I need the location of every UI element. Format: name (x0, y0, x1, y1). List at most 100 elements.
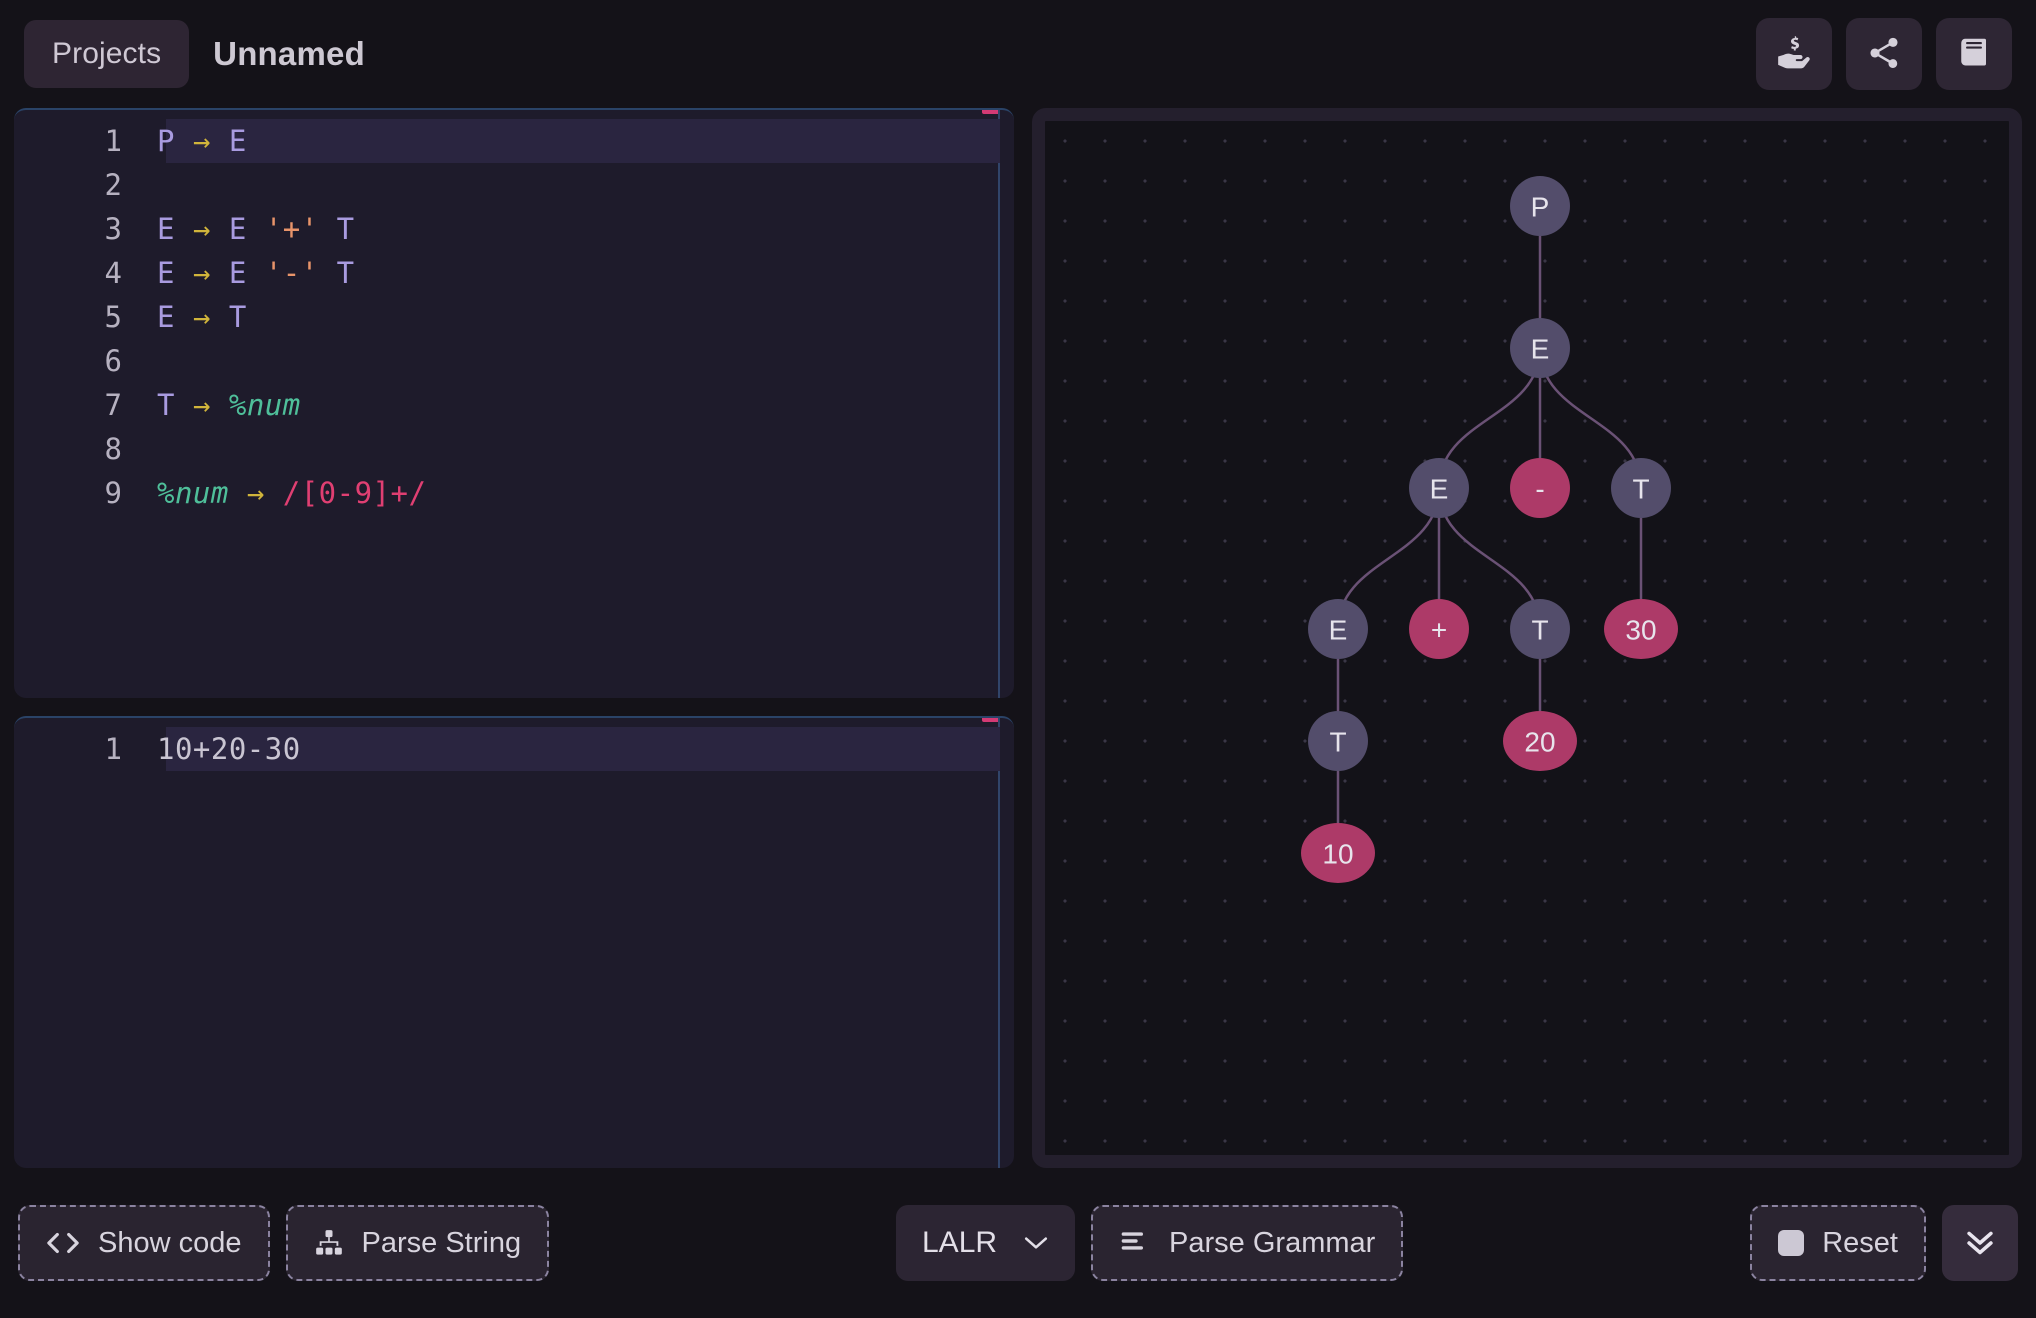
code-line[interactable]: 3E → E '+' T (14, 207, 1014, 251)
line-code[interactable]: 10+20-30 (144, 732, 301, 766)
parse-tree-svg: P E E - T E + T 30 T 20 10 (1045, 121, 2009, 1155)
code-token (175, 256, 193, 290)
tree-node-label: T (1329, 727, 1346, 758)
tree-node-label: E (1329, 615, 1348, 646)
tree-node-label: E (1430, 474, 1449, 505)
input-editor-scrollbar[interactable] (998, 718, 1000, 1168)
code-token: → (193, 388, 211, 422)
code-token: E (157, 256, 175, 290)
reset-button[interactable]: Reset (1750, 1205, 1926, 1281)
tree-node[interactable]: T (1611, 458, 1671, 518)
code-token: 10+20-30 (157, 732, 301, 766)
active-line-highlight (166, 119, 1000, 163)
line-code[interactable]: %num → /[0-9]+/ (144, 476, 426, 510)
line-code[interactable]: T → %num (144, 388, 301, 422)
chevron-down-icon (1023, 1235, 1049, 1251)
code-token: E (157, 212, 175, 246)
tree-node[interactable]: 10 (1301, 823, 1375, 883)
code-token: P (157, 124, 175, 158)
tree-node[interactable]: E (1308, 599, 1368, 659)
code-line[interactable]: 7T → %num (14, 383, 1014, 427)
line-number: 4 (14, 256, 144, 290)
tree-node-label: T (1632, 474, 1649, 505)
code-line[interactable]: 9%num → /[0-9]+/ (14, 471, 1014, 515)
code-token: → (193, 256, 211, 290)
line-number: 6 (14, 344, 144, 378)
tree-node-label: E (1531, 334, 1550, 365)
tree-node-label: T (1531, 615, 1548, 646)
input-string-editor[interactable]: 1 10+20-30 (14, 716, 1014, 1168)
code-token: → (193, 300, 211, 334)
code-token (319, 256, 337, 290)
tree-node[interactable]: T (1510, 599, 1570, 659)
line-number: 1 (14, 732, 144, 766)
code-token (211, 256, 229, 290)
code-token: E (157, 300, 175, 334)
parse-string-button[interactable]: Parse String (286, 1205, 550, 1281)
code-line[interactable]: 2 (14, 163, 1014, 207)
code-line[interactable]: 4E → E '-' T (14, 251, 1014, 295)
line-code[interactable]: E → E '+' T (144, 212, 355, 246)
code-token (319, 212, 337, 246)
line-number: 7 (14, 388, 144, 422)
line-code[interactable]: E → T (144, 300, 247, 334)
projects-button[interactable]: Projects (24, 20, 189, 88)
code-token (211, 212, 229, 246)
grammar-editor[interactable]: 1P → E23E → E '+' T4E → E '-' T5E → T67T… (14, 108, 1014, 698)
line-number: 5 (14, 300, 144, 334)
share-button[interactable] (1846, 18, 1922, 90)
algorithm-select[interactable]: LALR (896, 1205, 1075, 1281)
parse-grammar-button[interactable]: Parse Grammar (1091, 1205, 1403, 1281)
code-token: '+' (265, 212, 319, 246)
tree-node[interactable]: + (1409, 599, 1469, 659)
code-line[interactable]: 1P → E (14, 119, 1014, 163)
line-number: 1 (14, 124, 144, 158)
docs-button[interactable] (1936, 18, 2012, 90)
algorithm-select-value: LALR (922, 1226, 997, 1260)
code-line[interactable]: 5E → T (14, 295, 1014, 339)
code-token: T (229, 300, 247, 334)
bottom-toolbar: Show code Parse String LALR Parse Gramma… (0, 1168, 2036, 1318)
stop-square-icon (1778, 1230, 1804, 1256)
show-code-button[interactable]: Show code (18, 1205, 270, 1281)
code-line[interactable]: 6 (14, 339, 1014, 383)
donate-button[interactable] (1756, 18, 1832, 90)
tree-node[interactable]: - (1510, 458, 1570, 518)
code-line[interactable]: 1 10+20-30 (14, 727, 1014, 771)
line-number: 8 (14, 432, 144, 466)
list-lines-icon (1119, 1229, 1151, 1257)
code-token: → (193, 124, 211, 158)
share-icon (1866, 35, 1902, 74)
tree-node[interactable]: E (1409, 458, 1469, 518)
parse-tree-canvas[interactable]: P E E - T E + T 30 T 20 10 (1032, 108, 2022, 1168)
collapse-panel-button[interactable] (1942, 1205, 2018, 1281)
page-title: Unnamed (213, 35, 365, 73)
sitemap-icon (314, 1229, 344, 1257)
code-token (211, 300, 229, 334)
code-token: %num (229, 388, 301, 422)
tree-node[interactable]: E (1510, 318, 1570, 378)
line-number: 9 (14, 476, 144, 510)
book-icon (1956, 35, 1992, 74)
hand-holding-dollar-icon (1775, 34, 1813, 75)
tree-node[interactable]: 30 (1604, 599, 1678, 659)
line-code[interactable]: P → E (144, 124, 247, 158)
code-token (247, 212, 265, 246)
tree-node[interactable]: T (1308, 711, 1368, 771)
grammar-editor-lines[interactable]: 1P → E23E → E '+' T4E → E '-' T5E → T67T… (14, 110, 1014, 515)
chevron-double-down-icon (1963, 1228, 1997, 1258)
tree-node-label: P (1531, 192, 1550, 223)
code-token: E (229, 212, 247, 246)
tree-node-label: + (1431, 615, 1447, 646)
tree-node-label: 10 (1322, 839, 1353, 870)
code-line[interactable]: 8 (14, 427, 1014, 471)
line-number: 3 (14, 212, 144, 246)
input-editor-lines[interactable]: 1 10+20-30 (14, 718, 1014, 771)
code-token (175, 212, 193, 246)
app-root: Projects Unnamed 1P → E23E → (0, 0, 2036, 1318)
tree-node-label: 20 (1524, 727, 1555, 758)
tree-node[interactable]: P (1510, 176, 1570, 236)
line-code[interactable]: E → E '-' T (144, 256, 355, 290)
tree-node[interactable]: 20 (1503, 711, 1577, 771)
code-token: T (337, 212, 355, 246)
